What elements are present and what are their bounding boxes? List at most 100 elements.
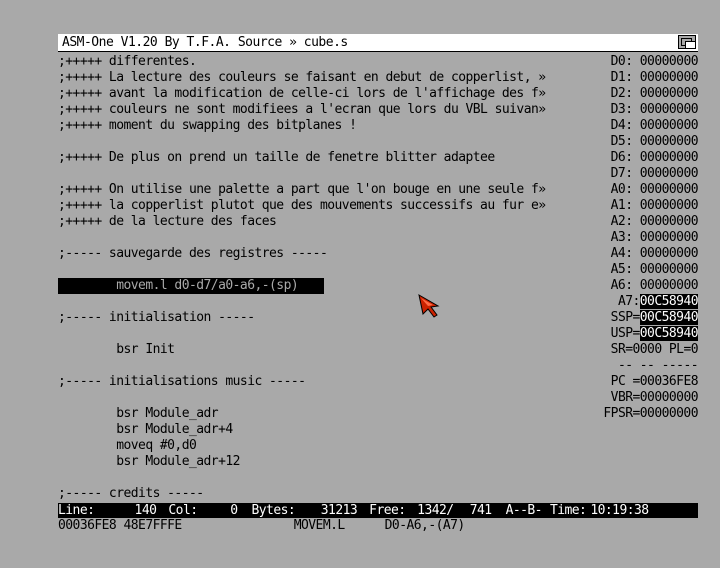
source-line[interactable]: ;----- initialisations music ----- — [58, 374, 306, 390]
time-label: Time: — [549, 503, 587, 518]
register-value: 00C58940 — [639, 326, 699, 341]
register-label: D0: — [610, 54, 633, 69]
register-value: 00000000 — [639, 134, 699, 149]
asm-one-screen: ASM-One V1.20 By T.F.A. Source » cube.s … — [0, 0, 720, 568]
bytes-value: 31213 — [320, 503, 358, 518]
source-line[interactable]: ;----- initialisation ----- — [58, 310, 255, 326]
register-value: 00000000 — [639, 150, 699, 165]
col-label: Col: — [168, 503, 198, 518]
register-label: D3: — [610, 102, 633, 117]
register-label: D1: — [610, 70, 633, 85]
register-row: D4: 00000000 — [610, 118, 699, 134]
register-label: D2: — [610, 86, 633, 101]
line-label: Line: — [58, 503, 95, 518]
register-value: 00000000 — [639, 230, 699, 245]
register-row: USP=00C58940 — [610, 326, 699, 342]
line-value: 140 — [134, 503, 157, 518]
source-line[interactable]: ;+++++ la copperlist plutot que des mouv… — [58, 198, 546, 214]
free-value-2: 741 — [469, 503, 492, 518]
disasm-mnemonic: MOVEM.L — [293, 518, 345, 533]
register-label: USP= — [610, 326, 641, 341]
register-row: SSP=00C58940 — [610, 310, 699, 326]
window-title: ASM-One V1.20 By T.F.A. Source » cube.s — [62, 35, 348, 50]
free-value: 1342/ — [417, 503, 454, 518]
source-line[interactable]: bsr Module_adr — [58, 406, 218, 422]
source-line[interactable]: bsr Module_adr+12 — [58, 454, 240, 470]
register-label: PC =00036FE8 — [610, 374, 699, 389]
register-label: A4: — [610, 246, 633, 261]
bytes-label: Bytes: — [251, 503, 296, 518]
register-row: D6: 00000000 — [610, 150, 699, 166]
disassembly-line: 00036FE8 48E7FFFE MOVEM.L D0-A6,-(A7) — [58, 518, 698, 534]
source-line[interactable]: ;----- sauvegarde des registres ----- — [58, 246, 328, 262]
time-value: 10:19:38 — [590, 503, 649, 518]
free-label: Free: — [369, 503, 406, 518]
window-titlebar[interactable]: ASM-One V1.20 By T.F.A. Source » cube.s — [58, 34, 698, 52]
source-editor[interactable]: ;+++++ differentes. ;+++++ La lecture des… — [58, 54, 598, 502]
register-label: SSP= — [610, 310, 641, 325]
register-label: D7: — [610, 166, 633, 181]
register-value: 00000000 — [639, 70, 699, 85]
register-row: D1: 00000000 — [610, 70, 699, 86]
flags: A--B- — [505, 503, 543, 518]
source-line[interactable]: ;+++++ De plus on prend un taille de fen… — [58, 150, 495, 166]
register-row: A7:00C58940 — [618, 294, 699, 310]
register-label: A6: — [610, 278, 633, 293]
mouse-pointer-icon — [418, 294, 440, 318]
register-label: A0: — [610, 182, 633, 197]
register-label: VBR=00000000 — [610, 390, 699, 405]
disasm-address: 00036FE8 — [58, 518, 117, 533]
register-row: A2: 00000000 — [611, 214, 699, 230]
register-value: 00000000 — [639, 118, 699, 133]
col-value: 0 — [230, 503, 238, 518]
source-line[interactable]: ;+++++ La lecture des couleurs se faisan… — [58, 70, 546, 86]
depth-gadget-icon[interactable] — [678, 35, 696, 49]
register-row: D3: 00000000 — [610, 102, 699, 118]
register-value: 00000000 — [639, 246, 699, 261]
register-label: D6: — [610, 150, 633, 165]
register-value: 00000000 — [639, 54, 699, 69]
register-row: VBR=00000000 — [610, 390, 699, 406]
source-line[interactable]: ;+++++ avant la modification de celle-ci… — [58, 86, 546, 102]
register-row: D0: 00000000 — [610, 54, 699, 70]
register-label: SR=0000 PL=0 — [610, 342, 699, 357]
disasm-operands: D0-A6,-(A7) — [384, 518, 466, 533]
status-bar: Line: 140 Col: 0 Bytes: 31213 Free: 1342/741 A--… — [58, 503, 698, 518]
register-value: 00000000 — [639, 262, 699, 277]
register-row: A1: 00000000 — [610, 198, 699, 214]
register-row: -- -- ----- — [617, 358, 699, 374]
register-value: 00000000 — [639, 198, 699, 213]
register-label: D4: — [610, 118, 633, 133]
register-row: D5: 00000000 — [611, 134, 699, 150]
register-label: A3: — [610, 230, 633, 245]
register-row: A4: 00000000 — [610, 246, 699, 262]
source-line[interactable]: ;+++++ couleurs ne sont modifiees a l'ec… — [58, 102, 546, 118]
source-line[interactable]: ;+++++ differentes. — [58, 54, 197, 70]
register-row: PC =00036FE8 — [610, 374, 699, 390]
register-panel: D0: 00000000 D1: 00000000 D2: 00000000 D3: … — [588, 54, 700, 434]
register-row: A6: 00000000 — [610, 278, 699, 294]
register-value: 00000000 — [639, 166, 699, 181]
register-row: FPSR=00000000 — [603, 406, 698, 422]
source-line[interactable]: bsr Init — [58, 342, 175, 358]
source-line-current[interactable]: movem.l d0-d7/a0-a6,-(sp) — [58, 278, 324, 294]
register-value: 00000000 — [639, 214, 699, 229]
register-row: A0: 00000000 — [610, 182, 699, 198]
source-line[interactable]: ;+++++ de la lecture des faces — [58, 214, 277, 230]
register-row: D7: 00000000 — [610, 166, 699, 182]
source-line[interactable]: ;+++++ moment du swapping des bitplanes … — [58, 118, 357, 134]
register-row: A5: 00000000 — [610, 262, 699, 278]
source-line[interactable]: ;+++++ On utilise une palette a part que… — [58, 182, 546, 198]
register-label: A1: — [610, 198, 633, 213]
register-label: -- -- ----- — [617, 358, 699, 373]
register-label: FPSR=00000000 — [603, 406, 698, 421]
register-value: 00000000 — [639, 86, 699, 101]
register-value: 00000000 — [639, 182, 699, 197]
register-row: D2: 00000000 — [610, 86, 699, 102]
register-value: 00C58940 — [639, 294, 699, 309]
register-value: 00C58940 — [639, 310, 699, 325]
source-line[interactable]: moveq #0,d0 — [58, 438, 197, 454]
source-line[interactable]: bsr Module_adr+4 — [58, 422, 233, 438]
register-label: A5: — [610, 262, 633, 277]
source-line[interactable]: ;----- credits ----- — [58, 486, 204, 502]
